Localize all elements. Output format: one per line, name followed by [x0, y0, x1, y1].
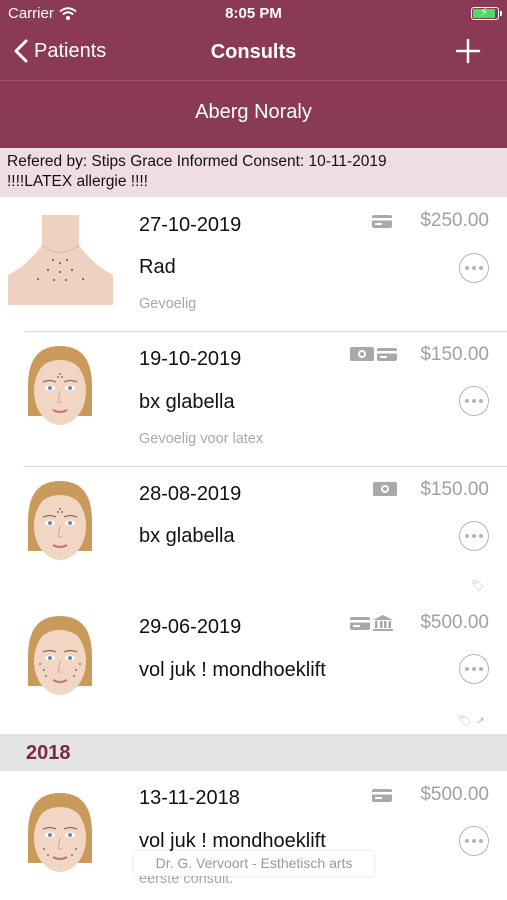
payment-icons: [372, 789, 392, 802]
consult-title: vol juk ! mondhoeklift: [139, 659, 326, 681]
payment-icons: [372, 215, 392, 228]
status-time: 8:05 PM: [225, 5, 282, 22]
consult-title: Rad: [139, 256, 176, 278]
referral-consent-line: Refered by: Stips Grace Informed Consent…: [7, 153, 387, 170]
year-section-header: 2018: [0, 734, 507, 771]
link-icon: ↗: [475, 715, 485, 727]
add-consult-button[interactable]: [453, 36, 483, 66]
card-icon: [377, 347, 397, 361]
more-options-button[interactable]: [459, 654, 489, 684]
page-title: Consults: [210, 41, 297, 63]
consult-row[interactable]: 28-08-2019 $150.00 bx glabella 🏷: [0, 467, 507, 602]
patient-info-banner: Refered by: Stips Grace Informed Consent…: [0, 148, 507, 197]
consult-row[interactable]: 27-10-2019 $250.00 Rad Gevoelig: [0, 197, 507, 332]
consult-row[interactable]: 13-11-2018 $500.00 vol juk ! mondhoeklif…: [0, 771, 507, 900]
consult-date: 13-11-2018: [139, 787, 240, 809]
attachment-indicators: 🏷: [471, 579, 485, 592]
consult-date: 19-10-2019: [139, 348, 242, 370]
tag-icon: 🏷: [457, 715, 472, 727]
cash-icon: [350, 347, 374, 361]
consult-title: vol juk ! mondhoeklift: [139, 830, 326, 852]
face-illustration: [28, 346, 92, 425]
more-options-button[interactable]: [459, 253, 489, 283]
face-illustration: [28, 481, 92, 560]
attachment-indicators: 🏷 ↗: [458, 714, 485, 727]
payment-icons: [350, 615, 393, 631]
consult-price: $500.00: [420, 612, 489, 633]
status-bar: Carrier 8:05 PM ⚡: [0, 4, 507, 26]
allergy-warning: !!!!LATEX allergie !!!!: [7, 173, 148, 190]
consult-date: 27-10-2019: [139, 214, 242, 236]
consult-date: 28-08-2019: [139, 483, 242, 505]
consult-note: Gevoelig voor latex: [139, 431, 264, 447]
divider: [0, 80, 507, 81]
more-options-button[interactable]: [459, 521, 489, 551]
consult-price: $500.00: [420, 784, 489, 805]
face-illustration: [28, 616, 92, 695]
card-icon: [350, 616, 370, 630]
consult-note: Gevoelig: [139, 296, 197, 312]
consult-price: $150.00: [420, 344, 489, 365]
consult-date: 29-06-2019: [139, 616, 242, 638]
more-options-button[interactable]: [459, 826, 489, 856]
consult-title: bx glabella: [139, 525, 235, 547]
header: Carrier 8:05 PM ⚡ Patients Consults Aber…: [0, 0, 507, 148]
patient-name: Aberg Noraly: [195, 101, 312, 123]
consult-title: bx glabella: [139, 391, 235, 413]
payment-icons: [350, 347, 397, 361]
consult-price: $250.00: [420, 210, 489, 231]
section-year-label: 2018: [26, 742, 71, 764]
neck-photo: [8, 215, 113, 305]
consult-row[interactable]: 29-06-2019 $500.00 vol juk ! mondhoeklif…: [0, 600, 507, 735]
bank-icon: [373, 615, 393, 631]
consult-row[interactable]: 19-10-2019 $150.00 bx glabella Gevoelig …: [0, 332, 507, 467]
consult-price: $150.00: [420, 479, 489, 500]
more-options-button[interactable]: [459, 386, 489, 416]
card-icon: [372, 215, 392, 228]
practice-name-toast: Dr. G. Vervoort - Esthetisch arts: [134, 851, 374, 876]
battery-icon: ⚡: [471, 5, 502, 20]
cash-icon: [373, 482, 397, 496]
payment-icons: [373, 482, 397, 496]
card-icon: [372, 789, 392, 802]
face-illustration: [28, 793, 92, 872]
tag-icon: 🏷: [471, 580, 485, 592]
navigation-bar: Patients Consults: [0, 30, 507, 76]
